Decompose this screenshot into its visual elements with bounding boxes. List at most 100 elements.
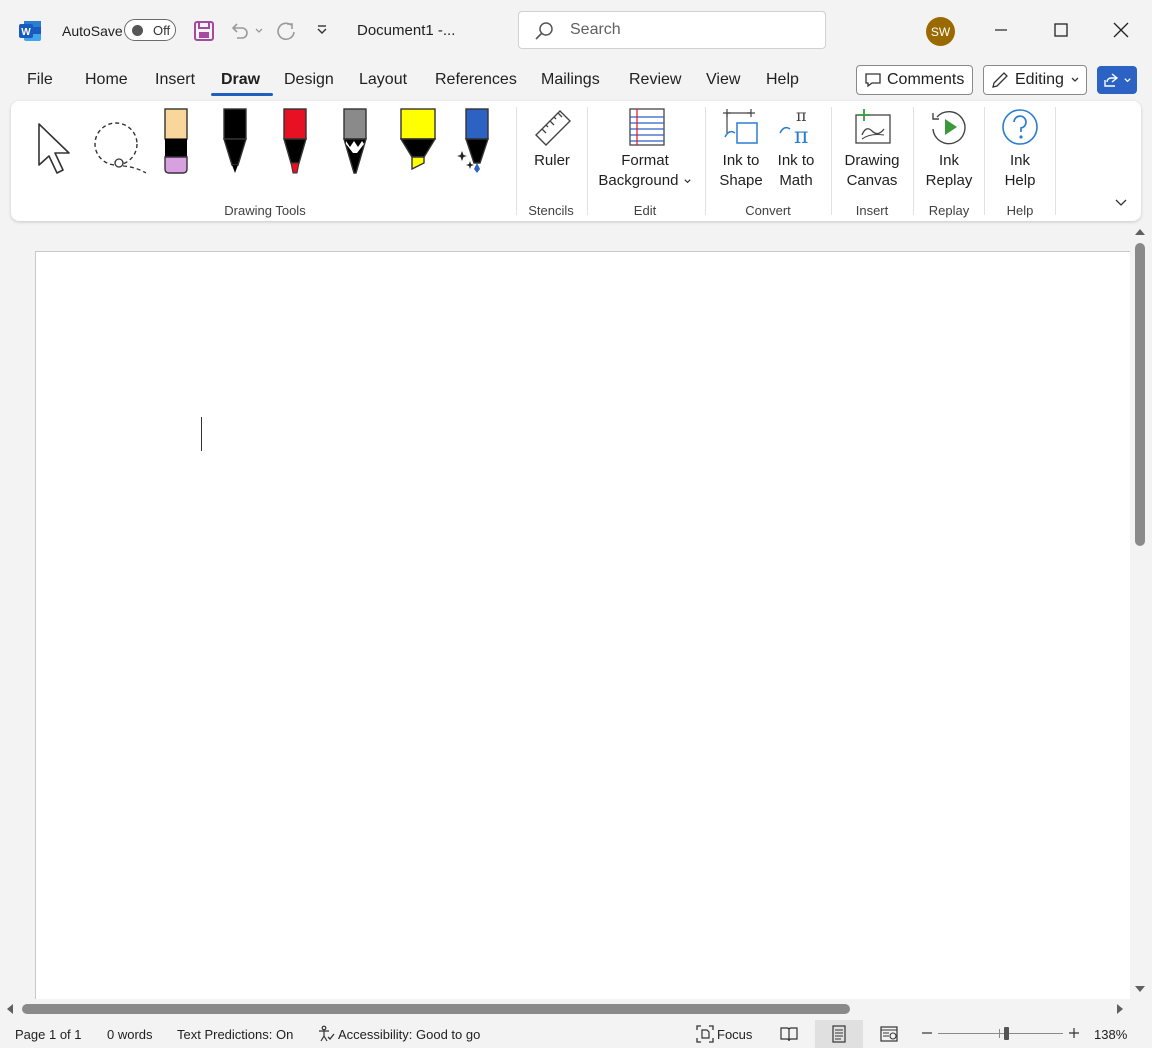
pen-black-icon[interactable]: [222, 107, 248, 175]
lasso-select-icon[interactable]: [91, 119, 151, 175]
tab-design[interactable]: Design: [284, 71, 334, 89]
share-button[interactable]: [1097, 66, 1137, 94]
drawing-canvas-label-2: Canvas: [846, 172, 898, 189]
tab-review[interactable]: Review: [629, 71, 681, 89]
ink-replay-button[interactable]: Ink Replay: [921, 107, 977, 191]
format-label-line2: Background: [598, 172, 679, 189]
drawing-canvas-icon: [852, 107, 905, 147]
scroll-up-icon[interactable]: [1134, 227, 1146, 237]
tab-references[interactable]: References: [435, 71, 517, 89]
group-separator: [516, 107, 517, 215]
autosave-label: AutoSave: [62, 23, 123, 39]
group-separator: [1055, 107, 1056, 215]
zoom-in-icon[interactable]: [1068, 1027, 1080, 1039]
toggle-knob: [132, 25, 143, 36]
maximize-icon[interactable]: [1049, 18, 1073, 42]
comments-label: Comments: [887, 71, 965, 88]
title-bar: W AutoSave Off Document1 -... Search SW: [0, 0, 1152, 62]
group-separator: [831, 107, 832, 215]
ink-to-math-icon: π π: [776, 107, 821, 147]
web-layout-icon[interactable]: [880, 1025, 898, 1043]
format-label-line1: Format: [621, 152, 669, 169]
tab-insert[interactable]: Insert: [155, 71, 195, 89]
ink-to-shape-button[interactable]: Ink to Shape: [716, 107, 766, 191]
status-word-count[interactable]: 0 words: [107, 1027, 153, 1042]
document-title[interactable]: Document1 -...: [357, 22, 455, 39]
comments-button[interactable]: Comments: [856, 65, 973, 95]
read-mode-icon[interactable]: [780, 1025, 798, 1043]
chevron-down-icon: [1070, 75, 1080, 85]
ink-to-math-button[interactable]: π π Ink to Math: [771, 107, 821, 191]
active-tab-indicator: [211, 93, 273, 96]
scroll-left-icon[interactable]: [5, 1003, 15, 1015]
ink-to-math-label-1: Ink to: [777, 152, 815, 169]
print-layout-icon[interactable]: [830, 1025, 848, 1043]
avatar[interactable]: SW: [926, 17, 955, 46]
tab-help[interactable]: Help: [766, 71, 799, 89]
close-icon[interactable]: [1109, 18, 1133, 42]
zoom-out-icon[interactable]: [921, 1027, 933, 1039]
ink-help-button[interactable]: Ink Help: [995, 107, 1045, 191]
tab-view[interactable]: View: [706, 71, 740, 89]
pen-red-icon[interactable]: [282, 107, 308, 175]
text-cursor: [201, 417, 202, 451]
comment-icon: [864, 72, 882, 88]
highlighter-yellow-icon[interactable]: [400, 107, 436, 175]
group-label-convert: Convert: [745, 203, 791, 218]
horizontal-scrollbar-thumb[interactable]: [22, 1004, 850, 1014]
ink-help-label-1: Ink: [1009, 152, 1030, 169]
status-text-predictions[interactable]: Text Predictions: On: [177, 1027, 293, 1042]
ink-replay-label-1: Ink: [938, 152, 959, 169]
tab-draw[interactable]: Draw: [221, 71, 260, 89]
tab-file[interactable]: File: [27, 71, 53, 89]
zoom-level[interactable]: 138%: [1094, 1027, 1127, 1042]
status-page-count[interactable]: Page 1 of 1: [15, 1027, 82, 1042]
save-icon[interactable]: [191, 18, 217, 44]
svg-text:W: W: [21, 27, 31, 38]
undo-icon[interactable]: [226, 18, 252, 44]
redo-icon[interactable]: [274, 18, 300, 44]
document-page[interactable]: [35, 251, 1130, 999]
ruler-label: Ruler: [534, 152, 570, 169]
format-background-icon: [628, 107, 695, 147]
vertical-scrollbar-thumb[interactable]: [1135, 243, 1145, 546]
pencil-gray-icon[interactable]: [342, 107, 368, 175]
format-background-button[interactable]: Format Background: [595, 107, 695, 191]
drawing-canvas-button[interactable]: Drawing Canvas: [839, 107, 905, 191]
scroll-down-icon[interactable]: [1134, 984, 1146, 994]
share-icon: [1103, 72, 1119, 88]
minimize-icon[interactable]: [989, 18, 1013, 42]
select-objects-icon[interactable]: [36, 121, 76, 175]
scroll-right-icon[interactable]: [1115, 1003, 1125, 1015]
eraser-icon[interactable]: [163, 107, 189, 175]
customize-qat-icon[interactable]: [309, 18, 335, 44]
undo-dropdown-icon[interactable]: [252, 18, 266, 44]
group-label-edit: Edit: [633, 203, 657, 218]
pencil-icon: [990, 70, 1010, 90]
ribbon: Drawing Tools Ruler Stencils Format Back…: [11, 101, 1141, 221]
group-separator: [587, 107, 588, 215]
group-separator: [984, 107, 985, 215]
zoom-slider-thumb[interactable]: [1004, 1027, 1009, 1040]
ink-to-math-label-2: Math: [779, 172, 813, 189]
tab-mailings[interactable]: Mailings: [541, 71, 600, 89]
ink-to-shape-icon: [721, 107, 766, 147]
focus-mode-button[interactable]: Focus: [717, 1027, 752, 1042]
autosave-state: Off: [153, 23, 171, 38]
share-chevron-icon: [1123, 76, 1132, 85]
ruler-button[interactable]: Ruler: [527, 107, 577, 171]
editing-mode-button[interactable]: Editing: [983, 65, 1087, 95]
word-logo-icon: W: [18, 19, 42, 43]
help-question-icon: [1000, 107, 1045, 147]
status-accessibility[interactable]: Accessibility: Good to go: [338, 1027, 480, 1042]
tab-layout[interactable]: Layout: [359, 71, 407, 89]
autosave-toggle[interactable]: Off: [124, 19, 176, 41]
zoom-slider-center-tick: [999, 1029, 1000, 1038]
collapse-ribbon-icon[interactable]: [1114, 197, 1128, 209]
group-label-help: Help: [1006, 203, 1034, 218]
tab-home[interactable]: Home: [85, 71, 128, 89]
zoom-slider-track[interactable]: [938, 1033, 1063, 1034]
action-pen-blue-icon[interactable]: [456, 107, 492, 175]
search-placeholder: Search: [570, 21, 621, 38]
search-box[interactable]: Search: [518, 11, 826, 49]
